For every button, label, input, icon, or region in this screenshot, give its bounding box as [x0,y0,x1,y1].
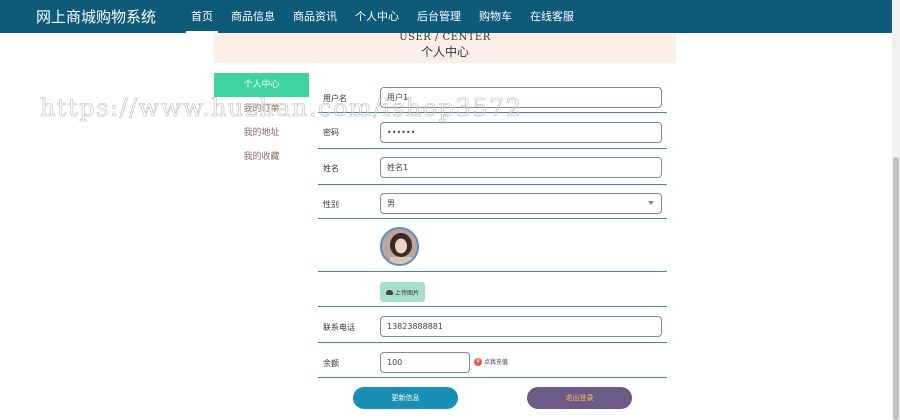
row-password: 密码 •••••• [318,113,667,149]
cloud-upload-icon [385,289,393,295]
scrollbar-thumb[interactable] [893,157,899,420]
row-name: 姓名 姓名1 [318,149,667,185]
nav-home[interactable]: 首页 [182,0,222,33]
recharge-label: 点我充值 [484,359,509,366]
top-navbar: 网上商城购物系统 首页 商品信息 商品资讯 个人中心 后台管理 购物车 在线客服 [0,0,892,33]
recharge-icon: ¥ [474,357,482,366]
row-gender: 性别 男 [318,185,667,219]
phone-input[interactable]: 13823888881 [380,316,662,337]
name-input[interactable]: 姓名1 [380,157,662,178]
side-item-orders[interactable]: 我的订单 [214,97,309,121]
row-upload: 上传图片 [318,272,667,307]
row-phone: 联系电话 13823888881 [318,307,667,343]
nav-admin[interactable]: 后台管理 [408,0,470,33]
nav-news[interactable]: 商品资讯 [284,0,346,33]
name-label: 姓名 [323,164,339,173]
gender-label: 性别 [323,200,339,209]
upload-image-label: 上传图片 [394,289,419,297]
nav-cart[interactable]: 购物车 [470,0,521,33]
password-label: 密码 [323,128,339,137]
update-info-button[interactable]: 更新信息 [353,387,458,409]
avatar-image [382,229,417,264]
nav-user-center[interactable]: 个人中心 [346,0,408,33]
avatar [380,227,419,266]
row-balance: 余额 100 ¥ 点我充值 [318,343,667,378]
banner-title-zh: 个人中心 [420,45,469,59]
username-label: 用户名 [323,94,347,103]
gender-select[interactable]: 男 [380,193,662,214]
chevron-down-icon [648,201,654,205]
upload-image-button[interactable]: 上传图片 [380,282,425,302]
side-item-addresses[interactable]: 我的地址 [214,121,309,145]
logout-button[interactable]: 退出登录 [527,387,632,409]
site-brand[interactable]: 网上商城购物系统 [36,6,182,27]
side-item-favorites[interactable]: 我的收藏 [214,145,309,169]
recharge-link[interactable]: ¥ 点我充值 [474,357,508,366]
username-input[interactable]: 用户1 [380,87,662,108]
password-input[interactable]: •••••• [380,122,662,143]
phone-label: 联系电话 [323,323,355,332]
banner-title-en: USER / CENTER [399,33,491,42]
page-banner: USER / CENTER 个人中心 [214,33,676,63]
nav-products[interactable]: 商品信息 [222,0,284,33]
nav-service[interactable]: 在线客服 [521,0,583,33]
balance-label: 余额 [323,359,339,368]
row-username: 用户名 用户1 [318,82,667,113]
page-scrollbar[interactable] [892,0,900,420]
user-side-menu: 个人中心 我的订单 我的地址 我的收藏 [214,73,309,169]
row-avatar [318,219,667,272]
balance-input[interactable]: 100 [380,352,470,373]
side-item-user-center[interactable]: 个人中心 [214,73,309,97]
gender-select-value: 男 [387,199,395,208]
main-nav: 首页 商品信息 商品资讯 个人中心 后台管理 购物车 在线客服 [182,0,583,33]
